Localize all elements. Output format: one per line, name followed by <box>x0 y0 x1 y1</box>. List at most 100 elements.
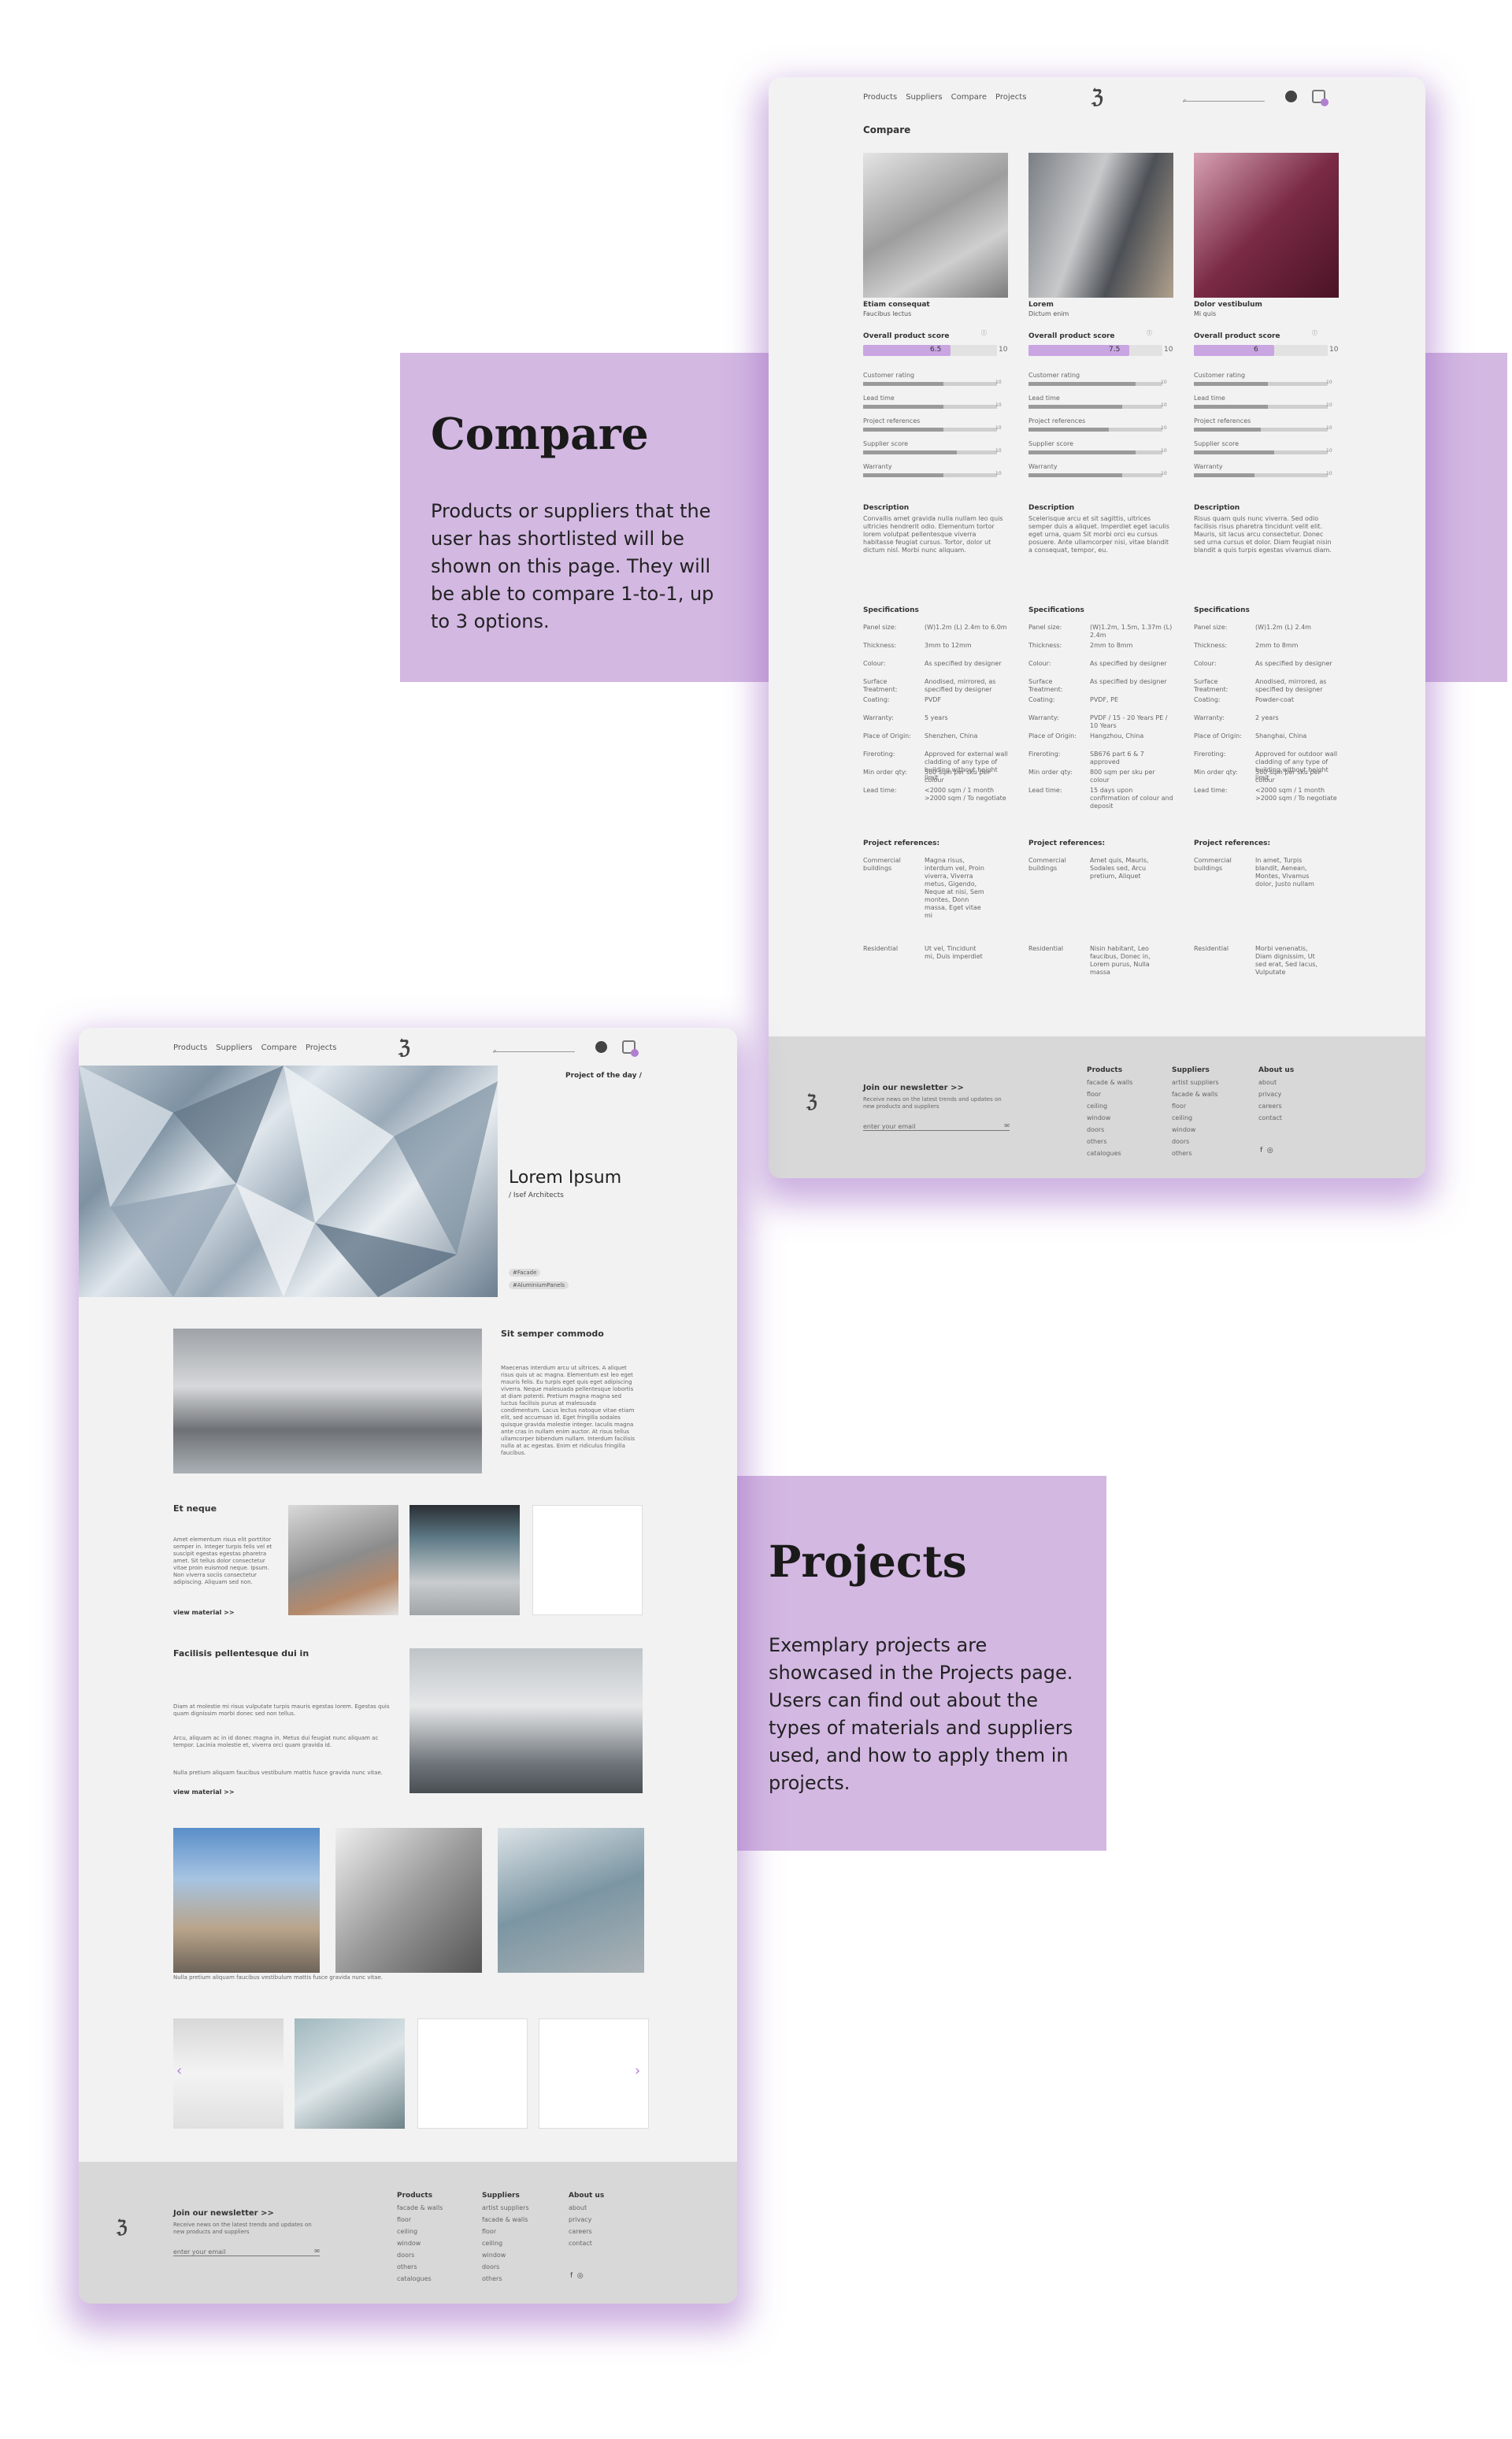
carousel-image-2[interactable] <box>295 2018 405 2129</box>
description-label: Description <box>863 504 910 512</box>
spec-key: Warranty: <box>863 714 894 721</box>
street-image-3 <box>498 1828 644 1973</box>
nav-compare[interactable]: Compare <box>261 1043 297 1052</box>
rating-fill <box>863 405 943 409</box>
footer-link[interactable]: artist suppliers <box>1172 1077 1219 1088</box>
footer-link[interactable]: ceiling <box>1087 1100 1132 1112</box>
nav-products[interactable]: Products <box>863 93 897 102</box>
rating-max: 10 <box>995 471 1002 476</box>
rating-max: 10 <box>1326 448 1332 454</box>
footer-link[interactable]: window <box>482 2249 529 2261</box>
footer-logo[interactable]: ℨ <box>117 2217 128 2237</box>
footer-link[interactable]: ceiling <box>397 2226 443 2237</box>
compare-side-title: Compare <box>431 408 649 459</box>
footer-link[interactable]: about <box>1258 1077 1294 1088</box>
rating-label: Project references <box>1194 417 1251 424</box>
footer-link[interactable]: catalogues <box>397 2273 443 2285</box>
tag-aluminium[interactable]: #AluminiumPanels <box>509 1281 569 1289</box>
footer-link[interactable]: floor <box>397 2214 443 2226</box>
footer-link[interactable]: contact <box>569 2237 604 2249</box>
footer-link[interactable]: facade & walls <box>482 2214 529 2226</box>
footer-link[interactable]: window <box>397 2237 443 2249</box>
project-of-the-day: Project of the day / <box>565 1072 642 1080</box>
carousel-image-1[interactable] <box>173 2018 284 2129</box>
nav-products[interactable]: Products <box>173 1043 207 1052</box>
newsletter-title[interactable]: Join our newsletter >> <box>863 1084 964 1092</box>
tag-facade[interactable]: #Facade <box>509 1269 541 1277</box>
nav-projects[interactable]: Projects <box>306 1043 336 1052</box>
footer-link[interactable]: window <box>1087 1112 1132 1124</box>
user-icon[interactable] <box>595 1041 607 1053</box>
logo[interactable]: ℨ <box>1091 85 1103 108</box>
footer-link[interactable]: privacy <box>1258 1088 1294 1100</box>
view-material-link[interactable]: view material >> <box>173 1609 235 1616</box>
footer-link[interactable]: window <box>1172 1124 1219 1136</box>
nav-compare[interactable]: Compare <box>951 93 987 102</box>
footer-link[interactable]: others <box>1087 1136 1132 1147</box>
gallery-caption: Nulla pretium aliquam faucibus vestibulu… <box>173 1974 383 1981</box>
footer-link[interactable]: careers <box>569 2226 604 2237</box>
carousel-drawing-2[interactable] <box>539 2018 649 2129</box>
spec-key: Thickness: <box>1028 642 1062 649</box>
footer-link[interactable]: floor <box>1172 1100 1219 1112</box>
info-icon[interactable]: ⓘ <box>1312 329 1317 337</box>
social-icons[interactable]: f ◎ <box>1260 1147 1273 1155</box>
product-subtitle: Dictum enim <box>1028 310 1069 317</box>
spec-key: Place of Origin: <box>863 732 911 739</box>
footer-link[interactable]: others <box>397 2261 443 2273</box>
footer-link[interactable]: about <box>569 2202 604 2214</box>
footer-link[interactable]: catalogues <box>1087 1147 1132 1159</box>
score-fill <box>1194 345 1274 356</box>
carousel-next-icon[interactable]: › <box>635 2063 647 2079</box>
user-icon[interactable] <box>1285 91 1297 102</box>
email-field[interactable]: enter your email ✉ <box>173 2248 320 2256</box>
carousel-drawing-1[interactable] <box>417 2018 528 2129</box>
specifications-label: Specifications <box>1028 606 1084 614</box>
footer-link[interactable]: doors <box>482 2261 529 2273</box>
spec-key: Min order qty: <box>1194 769 1238 776</box>
footer-link[interactable]: floor <box>1087 1088 1132 1100</box>
rating-label: Warranty <box>1194 463 1223 470</box>
footer-logo[interactable]: ℨ <box>806 1092 817 1112</box>
footer: ℨ Join our newsletter >> Receive news on… <box>79 2162 737 2304</box>
footer-link[interactable]: doors <box>397 2249 443 2261</box>
footer-link[interactable]: careers <box>1258 1100 1294 1112</box>
footer-link[interactable]: facade & walls <box>1087 1077 1132 1088</box>
footer-link[interactable]: doors <box>1087 1124 1132 1136</box>
footer-link[interactable]: others <box>1172 1147 1219 1159</box>
shortlist-icon[interactable] <box>622 1040 639 1057</box>
nav-suppliers[interactable]: Suppliers <box>906 93 942 102</box>
shortlist-icon[interactable] <box>1312 90 1329 106</box>
footer-link[interactable]: artist suppliers <box>482 2202 529 2214</box>
logo[interactable]: ℨ <box>398 1036 410 1058</box>
spec-value: As specified by designer <box>1090 660 1167 667</box>
footer-link[interactable]: ceiling <box>482 2237 529 2249</box>
footer-link[interactable]: facade & walls <box>397 2202 443 2214</box>
carousel-prev-icon[interactable]: ‹ <box>176 2063 189 2079</box>
search-input[interactable]: ⌕ <box>1183 91 1265 105</box>
info-icon[interactable]: ⓘ <box>1147 329 1152 337</box>
footer-link[interactable]: floor <box>482 2226 529 2237</box>
view-material-link-2[interactable]: view material >> <box>173 1788 235 1796</box>
footer-link[interactable]: contact <box>1258 1112 1294 1124</box>
nav-suppliers[interactable]: Suppliers <box>216 1043 252 1052</box>
email-field[interactable]: enter your email ✉ <box>863 1122 1010 1131</box>
footer-link[interactable]: others <box>482 2273 529 2285</box>
rating-fill <box>1194 428 1261 432</box>
search-input[interactable]: ⌕ <box>493 1041 575 1055</box>
nav-projects[interactable]: Projects <box>995 93 1026 102</box>
footer-link[interactable]: privacy <box>569 2214 604 2226</box>
info-icon[interactable]: ⓘ <box>981 329 987 337</box>
score-value: 7.5 <box>1109 346 1121 354</box>
spec-key: Colour: <box>1028 660 1051 667</box>
newsletter-title[interactable]: Join our newsletter >> <box>173 2209 274 2218</box>
gallery-image-2 <box>410 1505 520 1615</box>
spec-value: (W)1.2m, 1.5m, 1.37m (L) 2.4m <box>1090 624 1173 639</box>
footer-link[interactable]: ceiling <box>1172 1112 1219 1124</box>
main-nav: Products Suppliers Compare Projects <box>863 93 1035 102</box>
footer-link[interactable]: facade & walls <box>1172 1088 1219 1100</box>
footer-link[interactable]: doors <box>1172 1136 1219 1147</box>
footer-col-title: Suppliers <box>1172 1066 1210 1074</box>
overall-score-label: Overall product score <box>863 332 950 340</box>
social-icons[interactable]: f ◎ <box>570 2272 584 2280</box>
